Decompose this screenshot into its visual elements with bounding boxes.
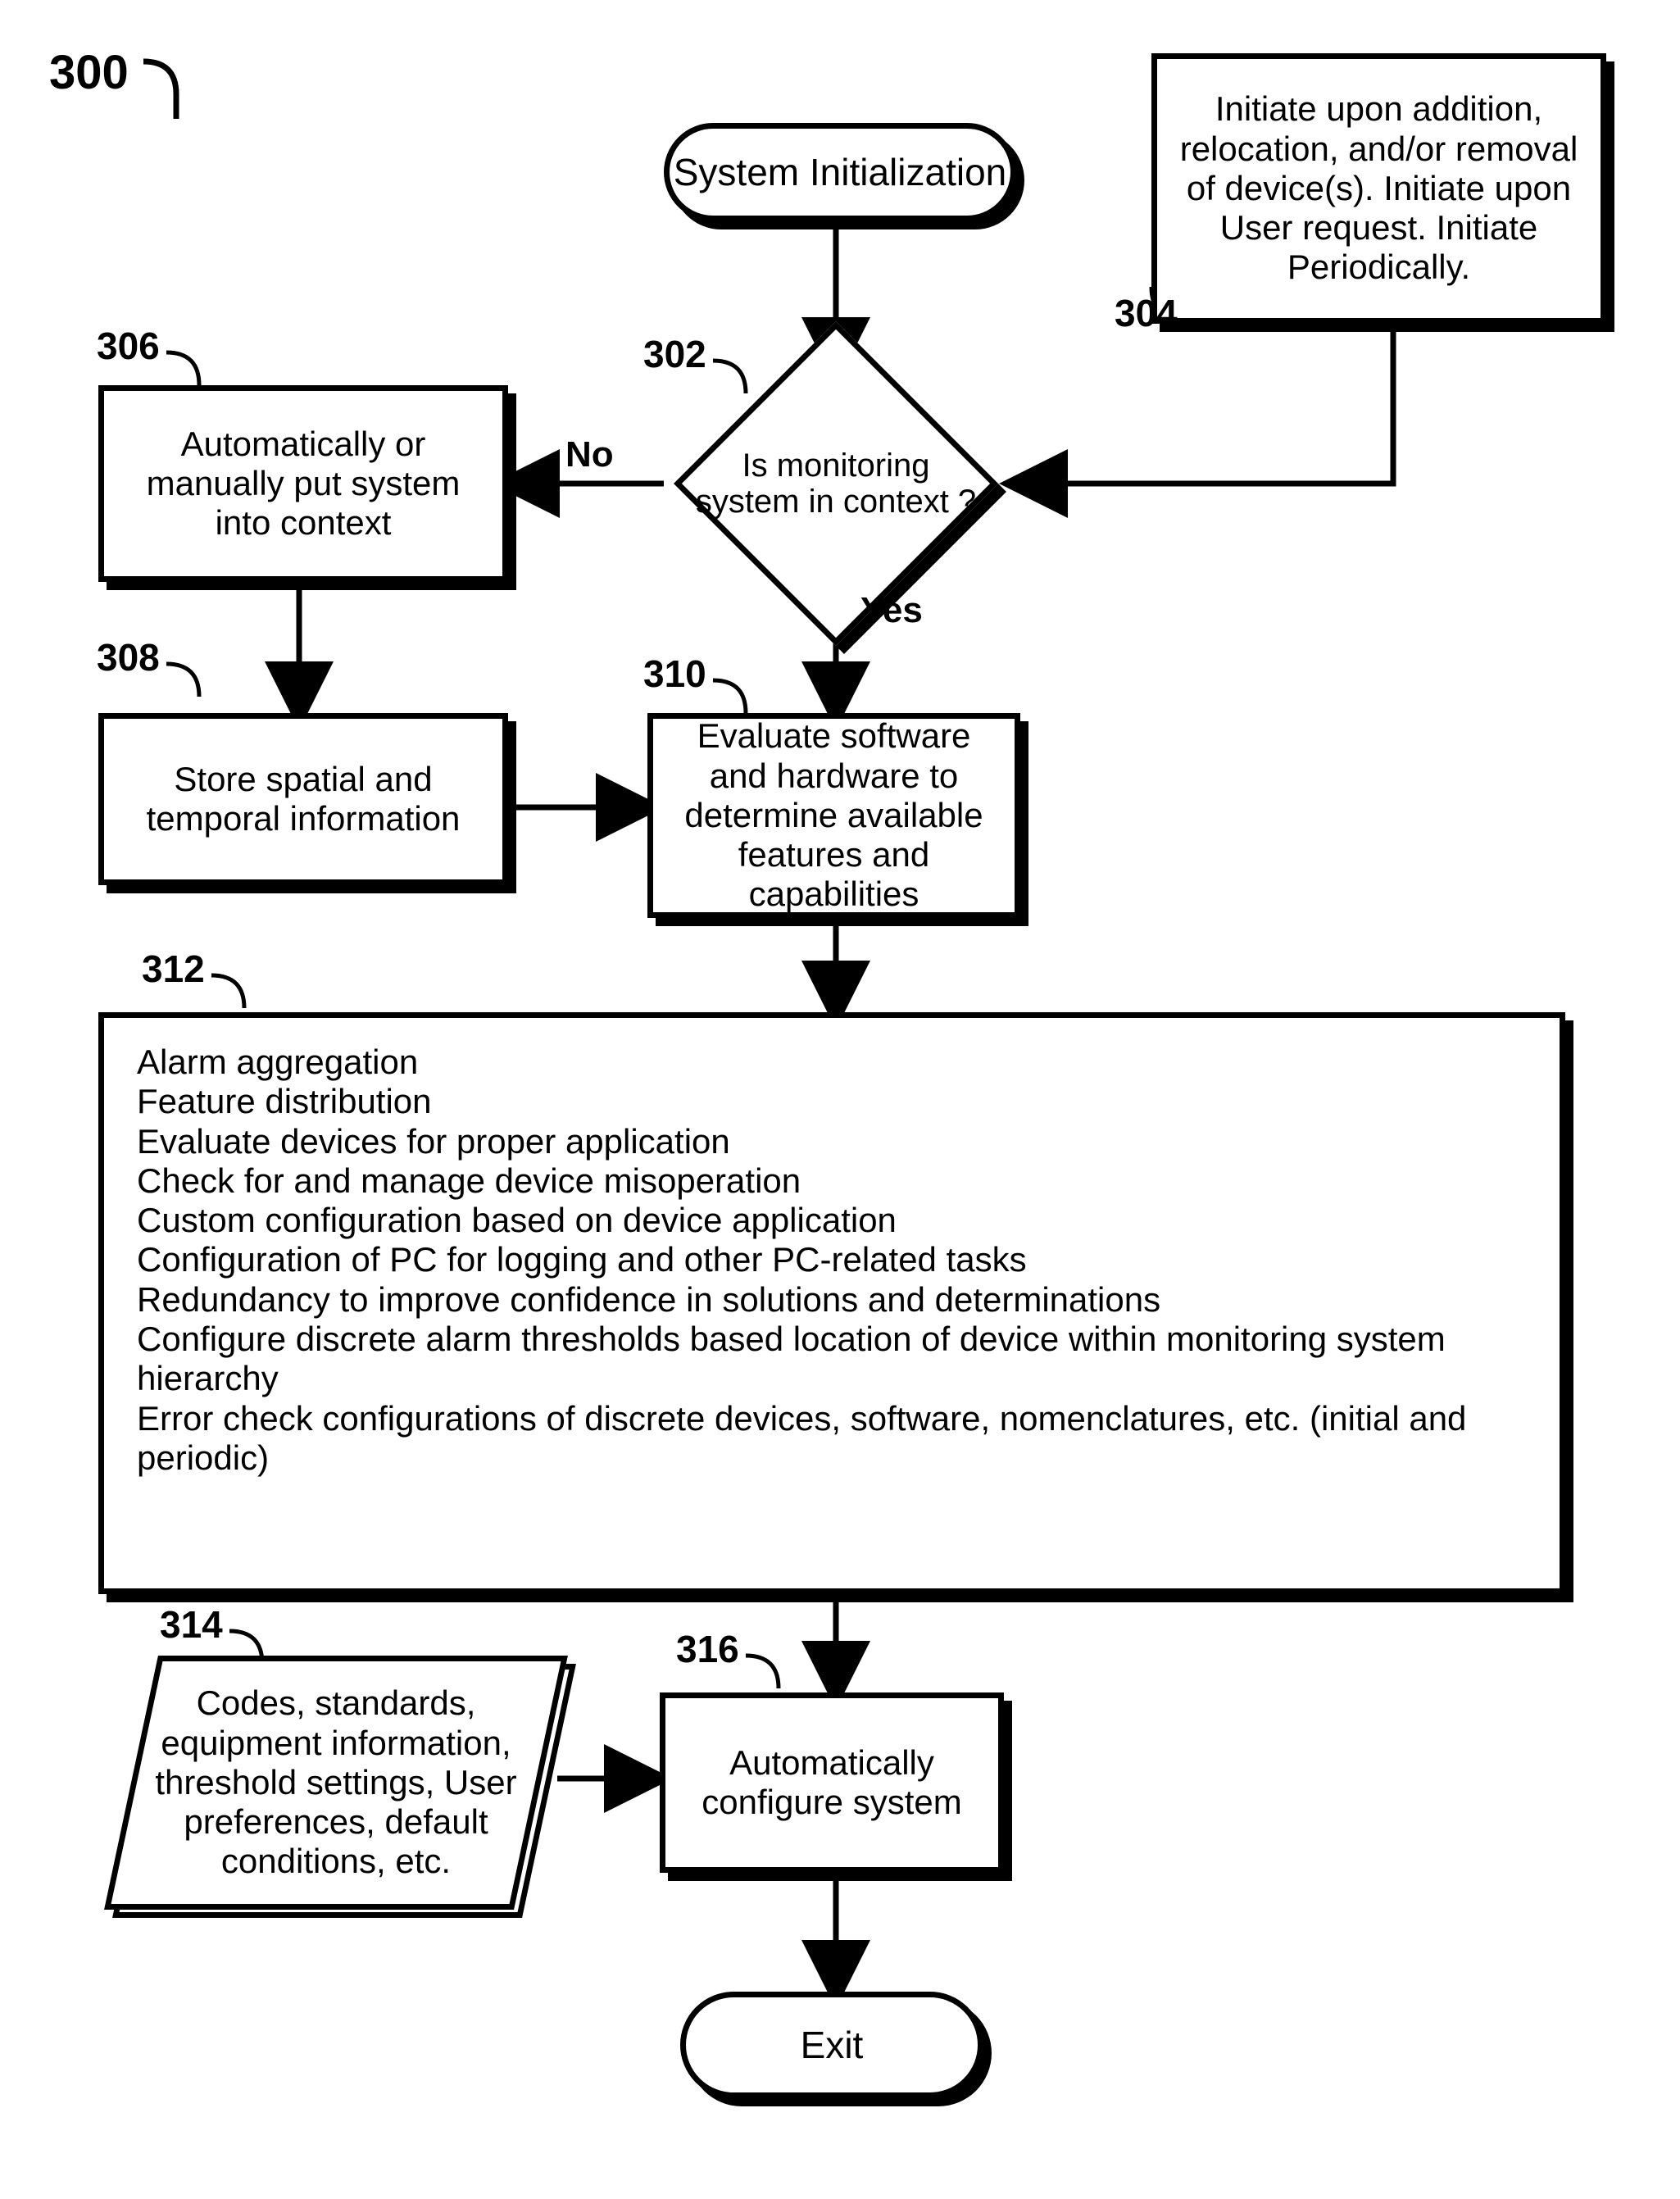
process-304-text: Initiate upon addition, relocation, and/… xyxy=(1174,89,1584,287)
process-312: Alarm aggregation Feature distribution E… xyxy=(98,1012,1565,1594)
n312-line-6: Redundancy to improve confidence in solu… xyxy=(137,1280,1527,1320)
exit-label: Exit xyxy=(801,2023,864,2067)
ref-310: 310 xyxy=(643,652,706,696)
n312-line-3: Check for and manage device misoperation xyxy=(137,1161,1527,1201)
ref-308: 308 xyxy=(97,635,160,679)
n312-line-0: Alarm aggregation xyxy=(137,1043,1527,1082)
process-306-text: Automatically or manually put system int… xyxy=(120,425,486,543)
n312-line-1: Feature distribution xyxy=(137,1082,1527,1121)
ref-314: 314 xyxy=(160,1602,223,1647)
process-304: Initiate upon addition, relocation, and/… xyxy=(1151,53,1606,324)
decision-302-text: Is monitoring system in context ? xyxy=(688,448,983,520)
data-314: Codes, standards, equipment information,… xyxy=(115,1656,557,1910)
process-310-text: Evaluate software and hardware to determ… xyxy=(670,716,998,914)
n312-line-8: Error check configurations of discrete d… xyxy=(137,1399,1527,1479)
n312-line-5: Configuration of PC for logging and othe… xyxy=(137,1240,1527,1279)
n312-line-2: Evaluate devices for proper application xyxy=(137,1122,1527,1161)
flowchart-canvas: 300 xyxy=(0,0,1680,2199)
decision-302: Is monitoring system in context ? xyxy=(721,369,951,598)
process-308: Store spatial and temporal information xyxy=(98,713,508,885)
process-316-text: Automatically configure system xyxy=(682,1743,982,1823)
n312-line-7: Configure discrete alarm thresholds base… xyxy=(137,1320,1527,1399)
n312-line-4: Custom configuration based on device app… xyxy=(137,1201,1527,1240)
process-316: Automatically configure system xyxy=(660,1692,1004,1873)
ref-306: 306 xyxy=(97,324,160,368)
ref-316: 316 xyxy=(676,1627,739,1671)
process-308-text: Store spatial and temporal information xyxy=(120,760,486,839)
ref-302: 302 xyxy=(643,332,706,376)
edge-label-no: No xyxy=(565,434,614,475)
data-314-text: Codes, standards, equipment information,… xyxy=(115,1683,557,1881)
terminator-start: System Initialization xyxy=(664,123,1016,221)
ref-312: 312 xyxy=(142,947,205,991)
ref-304: 304 xyxy=(1115,291,1178,335)
start-label: System Initialization xyxy=(674,150,1007,194)
figure-ref: 300 xyxy=(49,45,129,100)
edge-label-yes: Yes xyxy=(860,590,923,631)
terminator-exit: Exit xyxy=(680,1992,983,2098)
process-310: Evaluate software and hardware to determ… xyxy=(647,713,1020,918)
process-306: Automatically or manually put system int… xyxy=(98,385,508,582)
